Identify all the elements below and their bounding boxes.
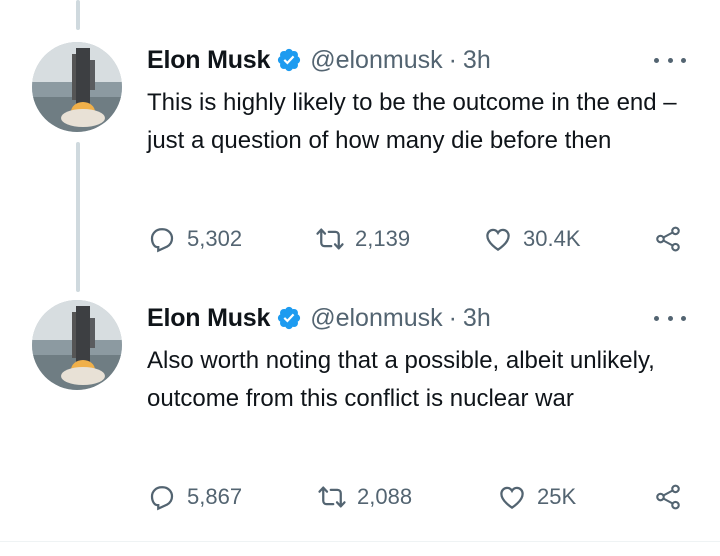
avatar[interactable] [32,300,122,390]
tweet-actions: 5,302 2,139 30.4K [147,224,692,254]
share-button[interactable] [653,224,683,254]
reply-count: 5,302 [187,226,243,251]
avatar[interactable] [32,42,122,132]
tweet[interactable]: Elon Musk @elonmusk · 3h Also worth noti… [0,300,720,530]
divider [0,541,720,542]
retweet-icon [316,228,344,250]
like-count: 30.4K [523,226,581,251]
heart-icon [486,228,510,251]
verified-badge-icon [276,47,302,73]
author-handle[interactable]: @elonmusk [310,304,442,333]
retweet-button[interactable]: 2,139 [315,224,410,254]
retweet-count: 2,139 [355,226,411,251]
share-button[interactable] [653,482,683,512]
reply-count: 5,867 [187,484,243,509]
more-options-icon[interactable] [654,50,686,70]
like-button[interactable]: 25K [497,482,576,512]
heart-icon [500,486,524,509]
share-icon [656,226,680,252]
like-count: 25K [537,484,577,509]
tweet-header: Elon Musk @elonmusk · 3h [147,300,491,336]
separator-dot: · [448,303,457,332]
avatar-image [32,42,122,132]
thread-line-top [76,0,80,30]
timestamp[interactable]: 3h [463,46,491,75]
reply-icon [150,486,174,511]
share-icon [656,484,680,510]
reply-button[interactable]: 5,867 [147,482,242,512]
avatar-image [32,300,122,390]
separator-dot: · [448,45,457,74]
tweet-text: Also worth noting that a possible, albei… [147,347,655,412]
retweet-button[interactable]: 2,088 [317,482,412,512]
like-button[interactable]: 30.4K [483,224,581,254]
tweet-text: This is highly likely to be the outcome … [147,89,677,154]
more-options-icon[interactable] [654,308,686,328]
reply-button[interactable]: 5,302 [147,224,242,254]
tweet-actions: 5,867 2,088 25K [147,482,692,512]
retweet-icon [318,486,346,508]
retweet-count: 2,088 [357,484,413,509]
verified-badge-icon [276,305,302,331]
timestamp[interactable]: 3h [463,304,491,333]
author-name[interactable]: Elon Musk [147,304,270,333]
author-name[interactable]: Elon Musk [147,46,270,75]
author-handle[interactable]: @elonmusk [310,46,442,75]
reply-icon [150,228,174,253]
tweet[interactable]: Elon Musk @elonmusk · 3h This is highly … [0,42,720,272]
tweet-header: Elon Musk @elonmusk · 3h [147,42,491,78]
